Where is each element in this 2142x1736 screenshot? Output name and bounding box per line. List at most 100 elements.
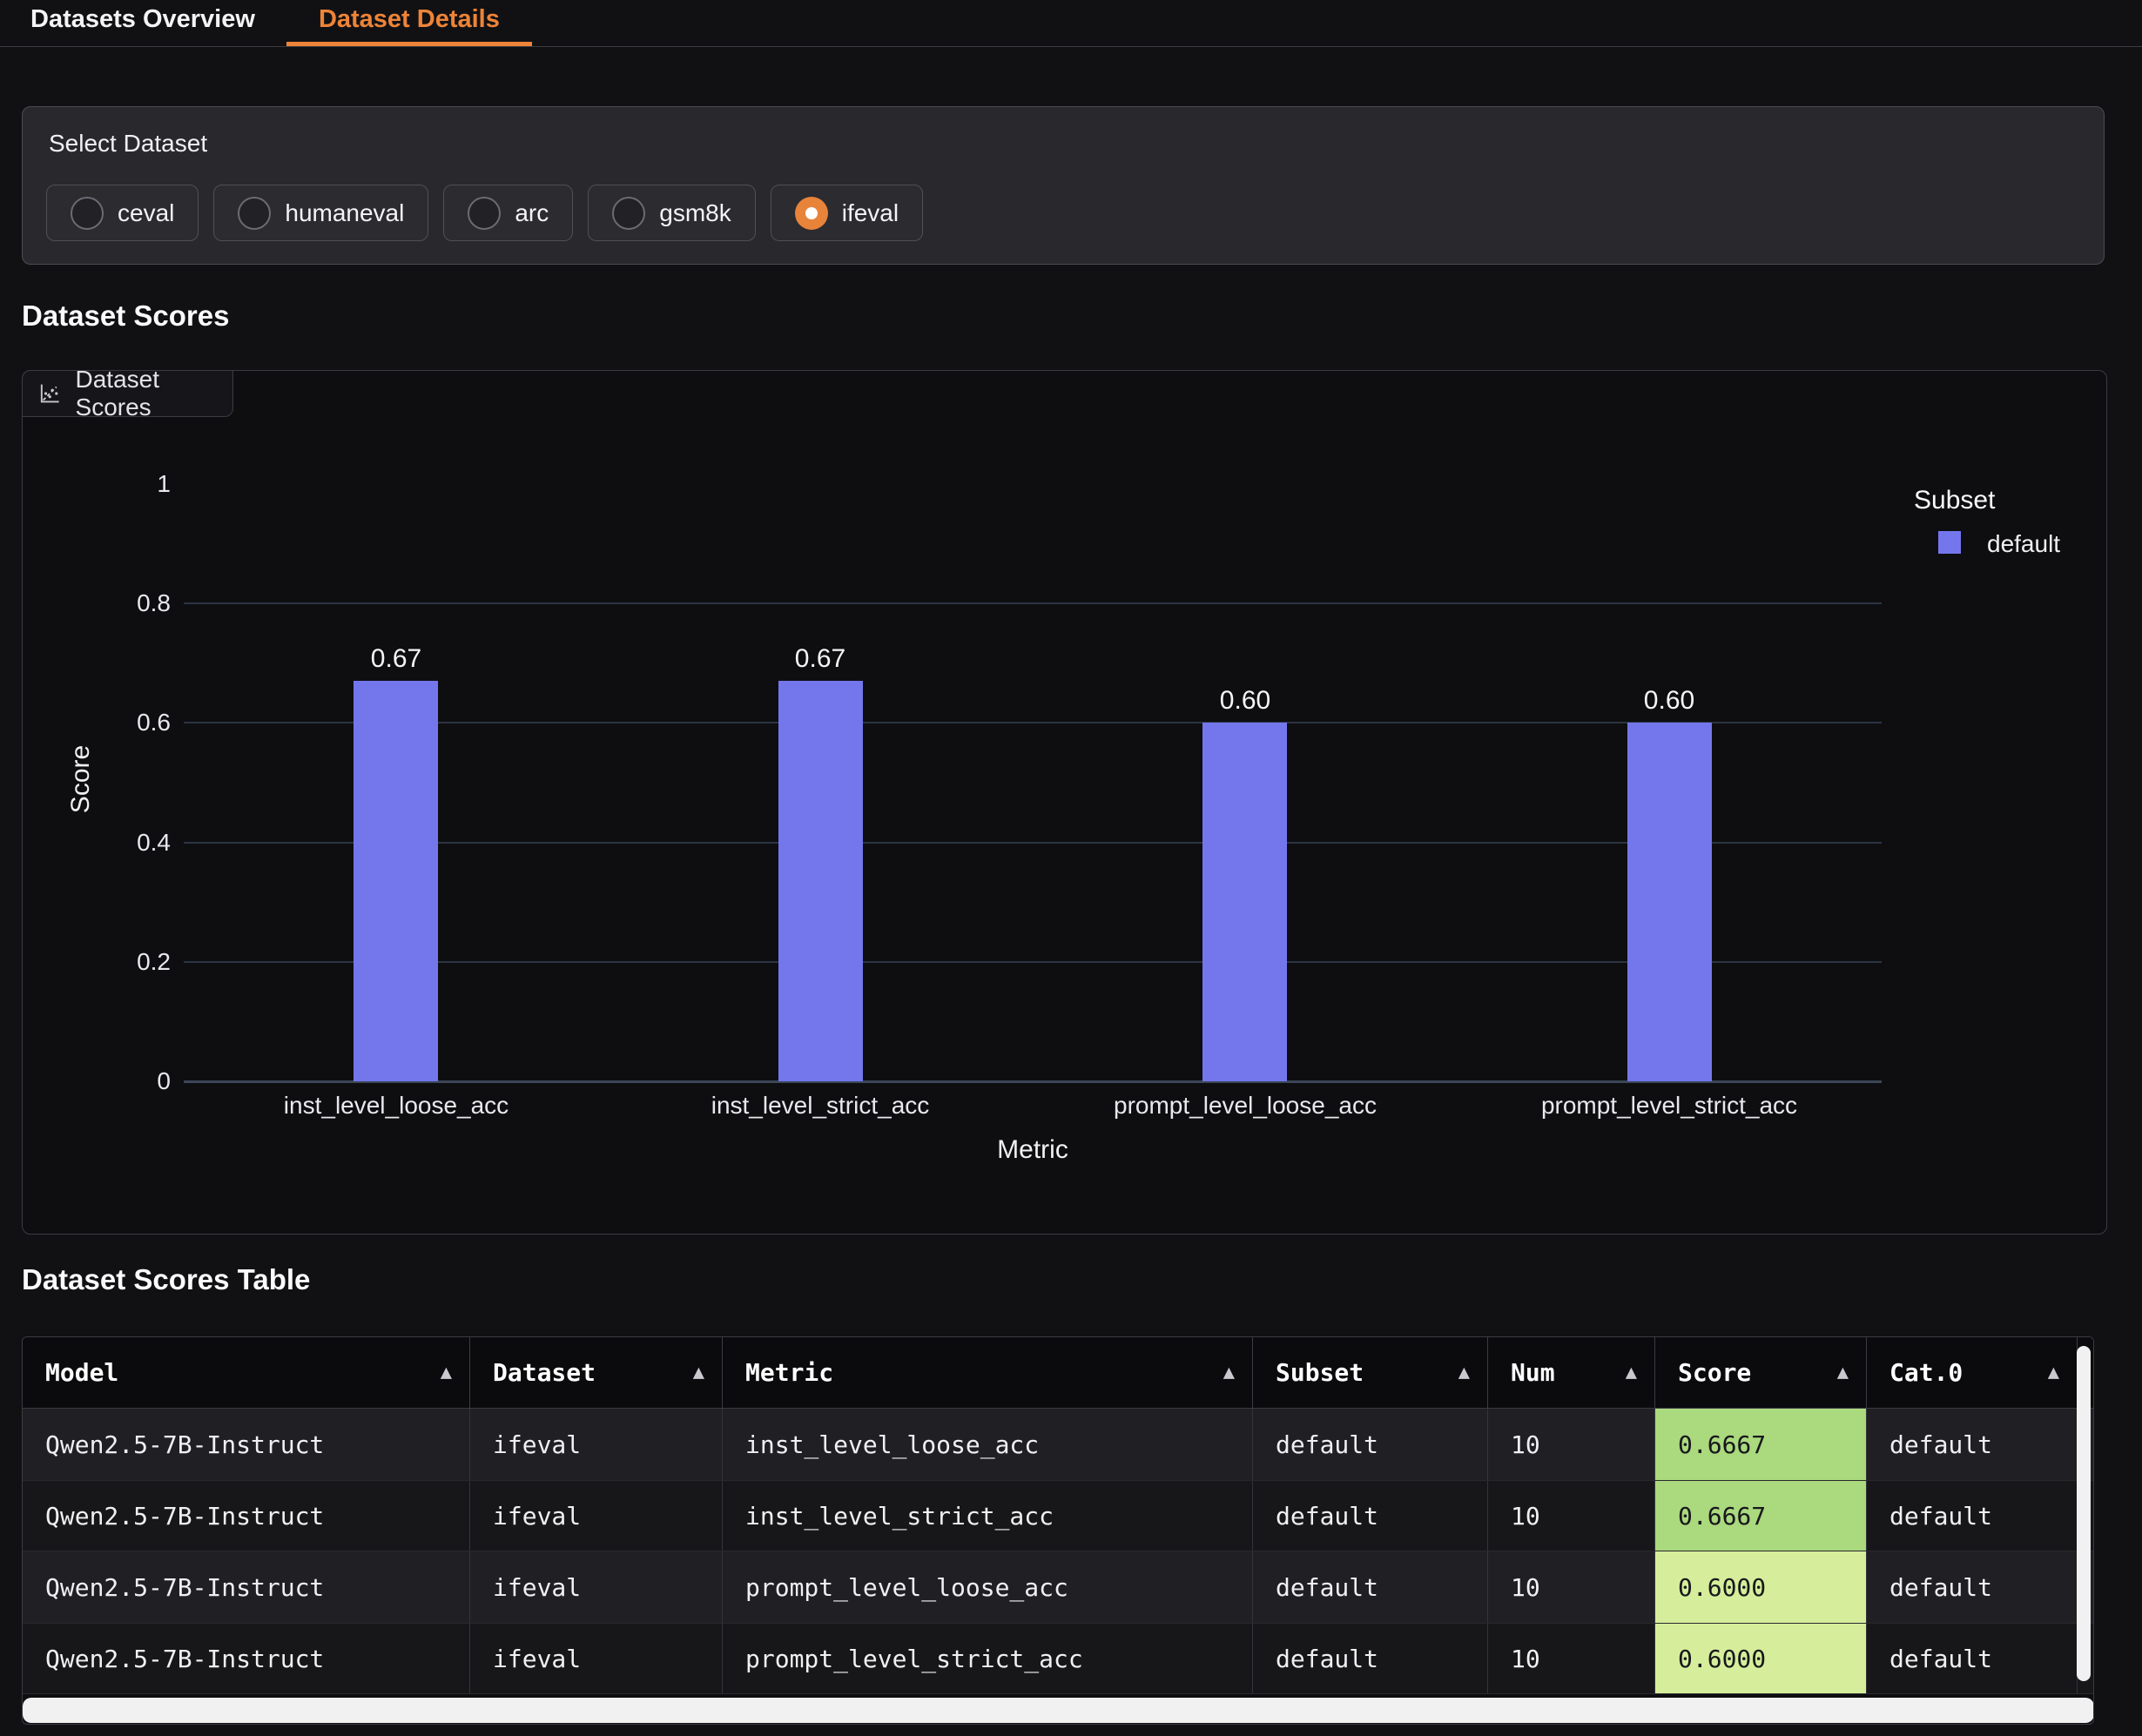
bar-inst_level_strict_acc[interactable] — [778, 681, 863, 1081]
column-header-label: Num — [1511, 1358, 1555, 1387]
y-axis-tick-label: 0.2 — [66, 950, 171, 974]
scatter-plot-icon — [39, 382, 61, 405]
sort-arrow-icon[interactable]: ▲ — [2048, 1362, 2059, 1383]
dataset-scores-heading: Dataset Scores — [22, 299, 229, 333]
horizontal-scrollbar[interactable] — [23, 1698, 2094, 1723]
cell-cat-0[interactable]: default — [1867, 1551, 2078, 1623]
radio-unselected-icon[interactable] — [612, 197, 645, 230]
cell-num[interactable]: 10 — [1488, 1409, 1655, 1480]
column-header-label: Subset — [1276, 1358, 1364, 1387]
column-header-label: Dataset — [493, 1358, 596, 1387]
cell-subset[interactable]: default — [1253, 1624, 1488, 1693]
y-axis-tick-label: 0.6 — [66, 710, 171, 735]
legend-title: Subset — [1914, 488, 1995, 514]
cell-dataset[interactable]: ifeval — [470, 1624, 723, 1693]
x-axis-title: Metric — [902, 1137, 1163, 1163]
radio-unselected-icon[interactable] — [468, 197, 501, 230]
cell-metric[interactable]: prompt_level_strict_acc — [723, 1624, 1253, 1693]
sort-arrow-icon[interactable]: ▲ — [441, 1362, 452, 1383]
table-row[interactable]: Qwen2.5-7B-Instructifevalprompt_level_lo… — [23, 1551, 2093, 1623]
y-axis-tick-label: 1 — [66, 472, 171, 496]
bar-value-label: 0.60 — [1573, 688, 1765, 714]
tab-dataset-details[interactable]: Dataset Details — [286, 7, 532, 46]
radio-unselected-icon[interactable] — [71, 197, 104, 230]
vertical-scrollbar[interactable] — [2077, 1346, 2091, 1681]
cell-cat-0[interactable]: default — [1867, 1624, 2078, 1693]
cell-dataset[interactable]: ifeval — [470, 1409, 723, 1480]
cell-subset[interactable]: default — [1253, 1481, 1488, 1551]
column-header-model[interactable]: Model ▲ — [23, 1337, 470, 1408]
column-header-dataset[interactable]: Dataset ▲ — [470, 1337, 723, 1408]
cell-num[interactable]: 10 — [1488, 1551, 1655, 1623]
dataset-scores-chart-panel: Dataset Scores 00.20.40.60.810.67inst_le… — [22, 370, 2107, 1235]
radio-option-ceval[interactable]: ceval — [46, 185, 199, 241]
dataset-scores-table-heading: Dataset Scores Table — [22, 1263, 310, 1296]
radio-option-arc[interactable]: arc — [443, 185, 573, 241]
y-axis-tick-label: 0 — [66, 1069, 171, 1093]
radio-option-ifeval[interactable]: ifeval — [771, 185, 923, 241]
column-header-num[interactable]: Num ▲ — [1488, 1337, 1655, 1408]
cell-num[interactable]: 10 — [1488, 1624, 1655, 1693]
legend-entry-label[interactable]: default — [1987, 532, 2060, 556]
column-header-label: Score — [1678, 1358, 1751, 1387]
cell-metric[interactable]: prompt_level_loose_acc — [723, 1551, 1253, 1623]
column-header-subset[interactable]: Subset ▲ — [1253, 1337, 1488, 1408]
x-axis-tick-label: inst_level_strict_acc — [620, 1093, 1020, 1118]
table-row[interactable]: Qwen2.5-7B-Instructifevalinst_level_loos… — [23, 1409, 2093, 1480]
chart-tab-chip[interactable]: Dataset Scores — [22, 370, 233, 417]
column-header-label: Metric — [745, 1358, 833, 1387]
cell-model[interactable]: Qwen2.5-7B-Instruct — [23, 1624, 470, 1693]
bar-prompt_level_strict_acc[interactable] — [1627, 723, 1712, 1081]
column-header-score[interactable]: Score ▲ — [1655, 1337, 1867, 1408]
cell-subset[interactable]: default — [1253, 1551, 1488, 1623]
gridline — [184, 602, 1882, 604]
cell-cat-0[interactable]: default — [1867, 1409, 2078, 1480]
column-header-metric[interactable]: Metric ▲ — [723, 1337, 1253, 1408]
bar-prompt_level_loose_acc[interactable] — [1202, 723, 1287, 1081]
radio-selected-icon[interactable] — [795, 197, 828, 230]
radio-option-humaneval[interactable]: humaneval — [213, 185, 428, 241]
bar-value-label: 0.67 — [300, 646, 492, 672]
cell-score[interactable]: 0.6000 — [1655, 1551, 1867, 1623]
table-header-row: Model▲Dataset▲Metric▲Subset▲Num▲Score▲Ca… — [23, 1337, 2093, 1409]
cell-score[interactable]: 0.6667 — [1655, 1481, 1867, 1551]
radio-option-label: gsm8k — [659, 199, 731, 227]
radio-option-gsm8k[interactable]: gsm8k — [588, 185, 755, 241]
cell-metric[interactable]: inst_level_loose_acc — [723, 1409, 1253, 1480]
cell-score[interactable]: 0.6667 — [1655, 1409, 1867, 1480]
dataset-scores-table: Model▲Dataset▲Metric▲Subset▲Num▲Score▲Ca… — [22, 1336, 2094, 1725]
radio-option-label: ceval — [118, 199, 174, 227]
x-axis-tick-label: prompt_level_loose_acc — [1045, 1093, 1445, 1118]
radio-option-label: ifeval — [842, 199, 899, 227]
column-header-label: Cat.0 — [1889, 1358, 1963, 1387]
cell-metric[interactable]: inst_level_strict_acc — [723, 1481, 1253, 1551]
cell-dataset[interactable]: ifeval — [470, 1551, 723, 1623]
tab-datasets-overview[interactable]: Datasets Overview — [30, 7, 255, 46]
sort-arrow-icon[interactable]: ▲ — [1837, 1362, 1849, 1383]
sort-arrow-icon[interactable]: ▲ — [1626, 1362, 1637, 1383]
radio-option-label: arc — [515, 199, 549, 227]
radio-unselected-icon[interactable] — [238, 197, 271, 230]
cell-dataset[interactable]: ifeval — [470, 1481, 723, 1551]
column-header-label: Model — [45, 1358, 118, 1387]
dataset-radio-group: ceval humaneval arc gsm8k ifeval — [46, 185, 923, 241]
sort-arrow-icon[interactable]: ▲ — [1458, 1362, 1470, 1383]
table-row[interactable]: Qwen2.5-7B-Instructifevalprompt_level_st… — [23, 1623, 2093, 1694]
x-axis-tick-label: inst_level_loose_acc — [196, 1093, 596, 1118]
table-row[interactable]: Qwen2.5-7B-Instructifevalinst_level_stri… — [23, 1480, 2093, 1551]
sort-arrow-icon[interactable]: ▲ — [693, 1362, 704, 1383]
bar-value-label: 0.60 — [1149, 688, 1341, 714]
legend-swatch[interactable] — [1938, 531, 1961, 554]
cell-score[interactable]: 0.6000 — [1655, 1624, 1867, 1693]
cell-cat-0[interactable]: default — [1867, 1481, 2078, 1551]
cell-model[interactable]: Qwen2.5-7B-Instruct — [23, 1481, 470, 1551]
sort-arrow-icon[interactable]: ▲ — [1223, 1362, 1235, 1383]
select-dataset-label: Select Dataset — [49, 130, 207, 158]
x-axis-tick-label: prompt_level_strict_acc — [1469, 1093, 1869, 1118]
cell-model[interactable]: Qwen2.5-7B-Instruct — [23, 1551, 470, 1623]
cell-model[interactable]: Qwen2.5-7B-Instruct — [23, 1409, 470, 1480]
cell-subset[interactable]: default — [1253, 1409, 1488, 1480]
column-header-cat-0[interactable]: Cat.0 ▲ — [1867, 1337, 2078, 1408]
bar-inst_level_loose_acc[interactable] — [354, 681, 438, 1081]
cell-num[interactable]: 10 — [1488, 1481, 1655, 1551]
